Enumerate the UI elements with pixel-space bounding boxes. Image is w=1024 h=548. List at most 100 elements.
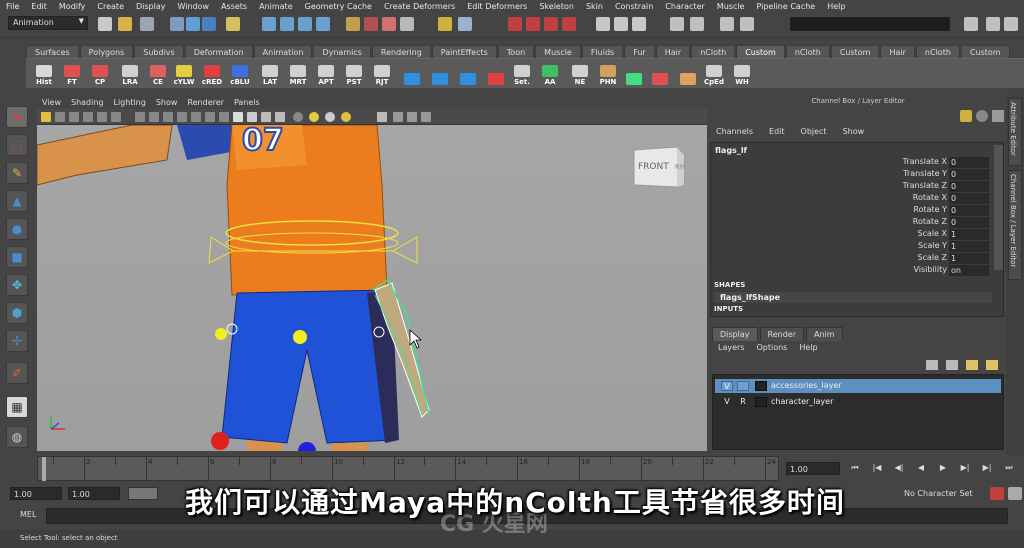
shelf-button-ne[interactable]: NE <box>568 62 592 86</box>
layer-tab-render[interactable]: Render <box>759 327 804 341</box>
shelf-tab-ncloth[interactable]: nCloth <box>691 45 736 58</box>
attribute-value[interactable]: 1 <box>949 229 989 240</box>
rotate-tool-icon[interactable]: ● <box>6 218 28 240</box>
safe-title-icon[interactable] <box>219 112 229 122</box>
shelf-button-aa[interactable]: AA <box>538 62 562 86</box>
play-backwards-icon[interactable]: ◀ <box>914 461 928 475</box>
layer-row-character-layer[interactable]: V Rcharacter_layer <box>715 395 1001 409</box>
shape-name[interactable]: flags_lfShape <box>714 292 992 303</box>
layer-menu-help[interactable]: Help <box>793 343 823 352</box>
menu-geometry-cache[interactable]: Geometry Cache <box>299 2 378 11</box>
isolate-select-icon[interactable] <box>377 112 387 122</box>
menu-window[interactable]: Window <box>172 2 216 11</box>
auto-key-icon[interactable] <box>990 487 1004 500</box>
play-forwards-icon[interactable]: ▶ <box>936 461 950 475</box>
attribute-value[interactable]: 0 <box>949 181 989 192</box>
snap-point-icon[interactable] <box>298 17 312 31</box>
shelf-button-mrt[interactable]: MRT <box>286 62 310 86</box>
new-layer-icon[interactable] <box>926 360 938 370</box>
image-plane-icon[interactable] <box>83 112 93 122</box>
channel-box-tab[interactable]: Channel Box / Layer Editor <box>1008 170 1022 280</box>
channel-box-scrollbar[interactable] <box>994 145 1003 270</box>
viewport-menu-panels[interactable]: Panels <box>229 98 265 107</box>
layer-menu-layers[interactable]: Layers <box>712 343 750 352</box>
shelf-tab-ncloth[interactable]: nCloth <box>785 45 830 58</box>
open-scene-icon[interactable] <box>118 17 132 31</box>
menu-edit[interactable]: Edit <box>25 2 53 11</box>
menu-file[interactable]: File <box>0 2 25 11</box>
menu-create[interactable]: Create <box>91 2 130 11</box>
channel-menu-show[interactable]: Show <box>835 127 873 139</box>
wireframe-on-shaded-icon[interactable] <box>261 112 271 122</box>
hypershade-icon[interactable] <box>614 17 628 31</box>
attribute-value[interactable]: 1 <box>949 241 989 252</box>
shelf-tab-custom[interactable]: Custom <box>830 45 880 58</box>
attribute-row-visibility[interactable]: Visibility on <box>711 265 991 277</box>
viewport-3d[interactable]: 07 FRONT RH <box>37 125 707 451</box>
shelf-button-wh[interactable]: WH <box>730 62 754 86</box>
shelf-button-cblu[interactable]: cBLU <box>228 62 252 86</box>
menu-muscle[interactable]: Muscle <box>711 2 751 11</box>
field-chart-icon[interactable] <box>191 112 201 122</box>
shelf-tab-muscle[interactable]: Muscle <box>535 45 581 58</box>
xray-icon[interactable] <box>393 112 403 122</box>
shelf-button-set[interactable]: Set. <box>510 62 534 86</box>
xray-joints-icon[interactable] <box>407 112 417 122</box>
resolution-gate-icon[interactable] <box>163 112 173 122</box>
viewport-menu-view[interactable]: View <box>37 98 66 107</box>
select-tool-icon[interactable]: ➤ <box>6 106 28 128</box>
safe-action-icon[interactable] <box>205 112 215 122</box>
attribute-row-rotate-y[interactable]: Rotate Y0 <box>711 205 991 217</box>
layer-display-type-toggle[interactable] <box>737 381 749 391</box>
range-start-field[interactable]: 1.00 <box>10 487 62 500</box>
preferences-icon[interactable] <box>1008 487 1022 500</box>
mode-selector[interactable]: Animation ▼ <box>8 16 88 30</box>
layer-name[interactable]: character_layer <box>771 397 833 406</box>
viewport-menu-shading[interactable]: Shading <box>66 98 109 107</box>
shadows-icon[interactable] <box>341 112 351 122</box>
lighting-icon[interactable] <box>293 112 303 122</box>
magnet-2-icon[interactable] <box>526 17 540 31</box>
viewport-menu-renderer[interactable]: Renderer <box>182 98 229 107</box>
attribute-value[interactable]: 0 <box>949 193 989 204</box>
quick-select-field[interactable] <box>790 17 950 31</box>
mel-label[interactable]: MEL <box>20 510 36 519</box>
menu-create-deformers[interactable]: Create Deformers <box>378 2 461 11</box>
layer-options-icon[interactable] <box>966 360 978 370</box>
filter-icon[interactable] <box>226 17 240 31</box>
lock-icon[interactable] <box>438 17 452 31</box>
shelf-tab-surfaces[interactable]: Surfaces <box>26 45 79 58</box>
history-icon[interactable] <box>346 17 360 31</box>
grease-pencil-icon[interactable] <box>111 112 121 122</box>
grid-icon[interactable] <box>135 112 145 122</box>
attribute-editor-tab[interactable]: Attribute Editor <box>1008 98 1022 166</box>
bookmark-icon[interactable] <box>69 112 79 122</box>
shelf-button-rjt[interactable]: RJT <box>370 62 394 86</box>
shelf-button-ce[interactable]: CE <box>146 62 170 86</box>
shelf-button-hist[interactable]: Hist <box>32 62 56 86</box>
shelf-button-phn[interactable]: PHN <box>596 62 620 86</box>
shelf-button-tool-21[interactable] <box>622 62 646 86</box>
tool-settings-toggle-icon[interactable] <box>1004 17 1018 31</box>
render-icon[interactable] <box>364 17 378 31</box>
shelf-tab-rendering[interactable]: Rendering <box>371 45 431 58</box>
display-3-icon[interactable] <box>720 17 734 31</box>
default-lighting-icon[interactable] <box>309 112 319 122</box>
smooth-shade-icon[interactable] <box>247 112 257 122</box>
layer-color-swatch[interactable] <box>755 397 767 407</box>
layer-visibility-toggle[interactable]: V <box>721 397 733 407</box>
attribute-value[interactable]: 0 <box>949 205 989 216</box>
soft-modification-icon[interactable]: ⬢ <box>6 302 28 324</box>
shelf-tab-fur[interactable]: Fur <box>624 45 655 58</box>
go-to-end-icon[interactable]: ⏭ <box>1002 461 1016 475</box>
layer-options-2-icon[interactable] <box>986 360 998 370</box>
shelf-button-cped[interactable]: CpEd <box>702 62 726 86</box>
attribute-value[interactable]: 0 <box>949 217 989 228</box>
last-tool-icon[interactable]: ✐ <box>6 362 28 384</box>
wireframe-icon[interactable] <box>233 112 243 122</box>
layer-name[interactable]: accessories_layer <box>771 381 842 390</box>
step-back-frame-icon[interactable]: ◀| <box>892 461 906 475</box>
layer-row-accessories-layer[interactable]: Vaccessories_layer <box>715 379 1001 393</box>
shelf-tab-hair[interactable]: Hair <box>880 45 915 58</box>
channel-box-toggle-icon[interactable] <box>964 17 978 31</box>
